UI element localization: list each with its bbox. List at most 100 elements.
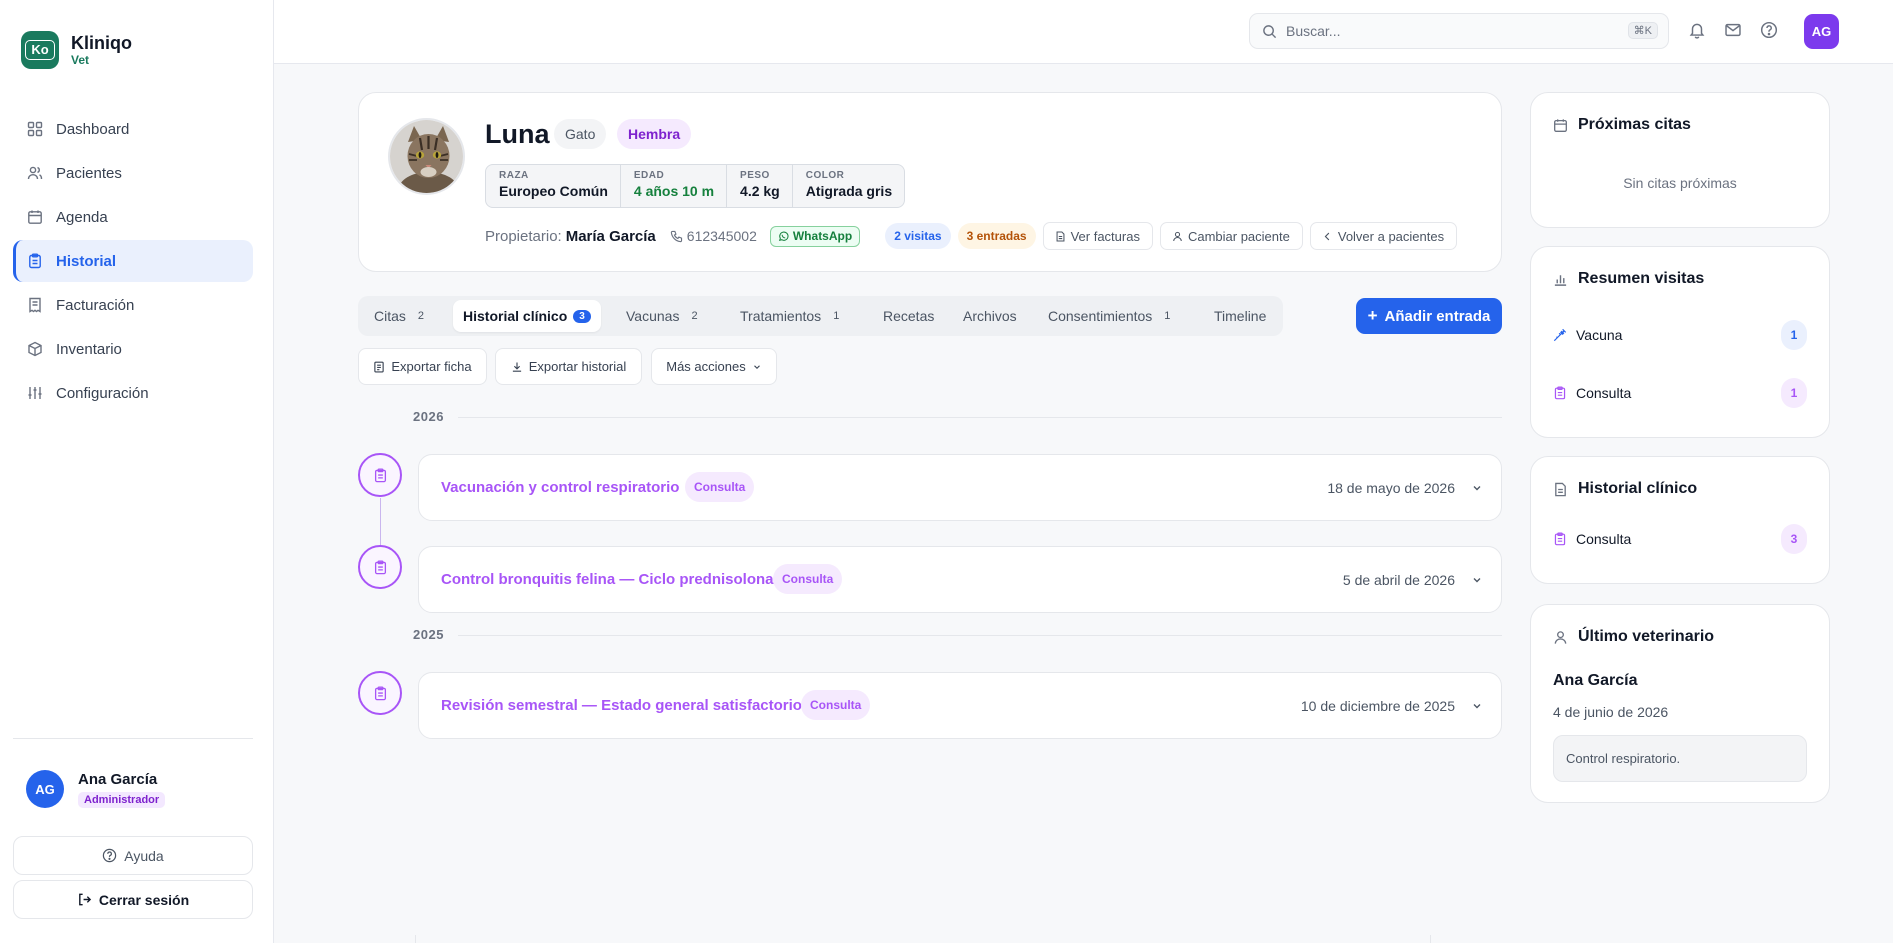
chevron-down-icon[interactable] <box>1471 700 1483 712</box>
add-entry-button[interactable]: + Añadir entrada <box>1356 298 1502 334</box>
tab-tratamientos[interactable]: Tratamientos 1 <box>730 300 849 332</box>
phone-icon <box>670 230 682 242</box>
entry-type-badge: Consulta <box>685 472 755 502</box>
help-button[interactable]: Ayuda <box>13 836 253 875</box>
view-invoices-button[interactable]: Ver facturas <box>1042 222 1153 250</box>
history-entry[interactable]: Revisión semestral — Estado general sati… <box>418 672 1502 739</box>
syringe-icon <box>1553 328 1567 342</box>
visits-badge: 2 visitas <box>885 223 951 249</box>
user-icon <box>1173 231 1182 241</box>
entry-date: 18 de mayo de 2026 <box>1327 480 1455 496</box>
year-divider <box>458 635 1502 636</box>
sidebar-item-inventario[interactable]: Inventario <box>13 328 253 370</box>
stat-color: COLOR Atigrada gris <box>805 170 893 199</box>
history-entry[interactable]: Control bronquitis felina — Ciclo predni… <box>418 546 1502 613</box>
owner-row: Propietario: María García 612345002 What… <box>485 222 1458 250</box>
logout-button[interactable]: Cerrar sesión <box>13 880 253 919</box>
more-actions-dropdown[interactable]: Más acciones <box>651 348 777 385</box>
entry-title: Control bronquitis felina — Ciclo predni… <box>441 571 774 588</box>
search-input[interactable] <box>1286 23 1616 39</box>
sidebar-item-historial[interactable]: Historial <box>13 240 253 282</box>
user-avatar-button[interactable]: AG <box>1804 14 1839 49</box>
plus-icon: + <box>1367 306 1378 325</box>
owner-phone[interactable]: 612345002 <box>670 228 757 244</box>
history-entry[interactable]: Vacunación y control respiratorio Consul… <box>418 454 1502 521</box>
clipboard-icon <box>1554 386 1566 400</box>
sidebar-item-label: Dashboard <box>56 120 130 138</box>
back-to-patients-button[interactable]: Volver a pacientes <box>1309 222 1458 250</box>
stat-weight: PESO 4.2 kg <box>727 165 793 207</box>
count-badge: 3 <box>1781 524 1807 554</box>
timeline-node <box>358 545 402 589</box>
summary-row: Vacuna 1 <box>1553 320 1807 350</box>
tab-archivos[interactable]: Archivos <box>953 300 1027 332</box>
summary-row: Consulta 1 <box>1553 378 1807 408</box>
clipboard-icon <box>29 253 41 269</box>
chevron-down-icon[interactable] <box>1471 574 1483 586</box>
sex-chip: Hembra <box>617 119 692 149</box>
help-icon[interactable] <box>1760 21 1778 39</box>
grid-icon <box>27 121 43 137</box>
tab-historial-clinico[interactable]: Historial clínico 3 <box>453 300 601 332</box>
timeline-connector <box>380 498 381 546</box>
vet-name: Ana García <box>1553 672 1638 689</box>
species-chip: Gato <box>554 119 607 149</box>
mail-icon[interactable] <box>1724 21 1742 39</box>
app-logo: Ko <box>21 31 59 69</box>
document-icon <box>374 361 385 372</box>
topbar: ⌘K AG <box>274 0 1893 64</box>
clinical-history-card: Historial clínico Consulta 3 <box>1530 456 1830 584</box>
user-name: Ana García <box>78 770 158 788</box>
vet-date: 4 de junio de 2026 <box>1553 704 1669 720</box>
change-patient-button[interactable]: Cambiar paciente <box>1159 222 1303 250</box>
sidebar-item-label: Historial <box>56 252 117 270</box>
chevron-down-icon[interactable] <box>1471 482 1483 494</box>
entry-type-badge: Consulta <box>801 690 871 720</box>
whatsapp-button[interactable]: WhatsApp <box>769 225 861 247</box>
sidebar-item-pacientes[interactable]: Pacientes <box>13 152 253 194</box>
export-file-button[interactable]: Exportar ficha <box>358 348 487 385</box>
pet-photo <box>388 118 465 195</box>
file-icon <box>1056 231 1065 241</box>
logout-icon <box>78 893 91 906</box>
sidebar-item-configuracion[interactable]: Configuración <box>13 372 253 414</box>
stat-age: EDAD 4 años 10 m <box>621 165 728 207</box>
export-history-button[interactable]: Exportar historial <box>495 348 642 385</box>
patient-tabs: Citas 2 Historial clínico 3 Vacunas 2 Trata… <box>358 296 1283 336</box>
visits-summary-card: Resumen visitas Vacuna 1 Consulta 1 <box>1530 246 1830 438</box>
box-icon <box>28 341 42 357</box>
tab-consentimientos[interactable]: Consentimientos 1 <box>1038 300 1180 332</box>
sidebar: Ko Kliniqo Vet Dashboard Pacientes Agend… <box>0 0 274 943</box>
owner-name[interactable]: María García <box>566 228 656 245</box>
card-title: Historial clínico <box>1578 480 1698 497</box>
patient-card: Luna Gato Hembra RAZA Europeo Común EDAD… <box>358 92 1502 272</box>
search-box[interactable]: ⌘K <box>1249 13 1669 49</box>
card-title: Próximas citas <box>1578 116 1691 133</box>
brand[interactable]: Ko Kliniqo Vet <box>21 31 132 69</box>
tab-citas[interactable]: Citas 2 <box>364 300 434 332</box>
receipt-icon <box>29 297 41 313</box>
sidebar-item-agenda[interactable]: Agenda <box>13 196 253 238</box>
entry-title: Revisión semestral — Estado general sati… <box>441 697 802 714</box>
owner-label: Propietario: <box>485 227 562 245</box>
sidebar-item-label: Facturación <box>56 296 135 314</box>
clipboard-icon <box>374 685 386 700</box>
clipboard-icon <box>1554 532 1566 546</box>
sidebar-item-facturacion[interactable]: Facturación <box>13 284 253 326</box>
whatsapp-icon <box>778 231 789 241</box>
upcoming-appointments-card: Próximas citas Sin citas próximas <box>1530 92 1830 228</box>
tab-recetas[interactable]: Recetas <box>873 300 944 332</box>
bar-chart-icon <box>1554 274 1567 286</box>
tab-vacunas[interactable]: Vacunas 2 <box>616 300 708 332</box>
sidebar-item-label: Inventario <box>56 340 122 358</box>
download-icon <box>512 362 521 372</box>
patient-stats: RAZA Europeo Común EDAD 4 años 10 m PESO… <box>485 164 906 208</box>
user-profile[interactable]: AG Ana García Administrador <box>26 770 166 808</box>
bell-icon[interactable] <box>1688 21 1706 39</box>
count-badge: 1 <box>1781 320 1807 350</box>
entry-title: Vacunación y control respiratorio <box>441 479 680 496</box>
users-icon <box>27 166 43 180</box>
document-icon <box>1555 482 1566 496</box>
sidebar-item-dashboard[interactable]: Dashboard <box>13 108 253 150</box>
tab-timeline[interactable]: Timeline <box>1204 300 1276 332</box>
